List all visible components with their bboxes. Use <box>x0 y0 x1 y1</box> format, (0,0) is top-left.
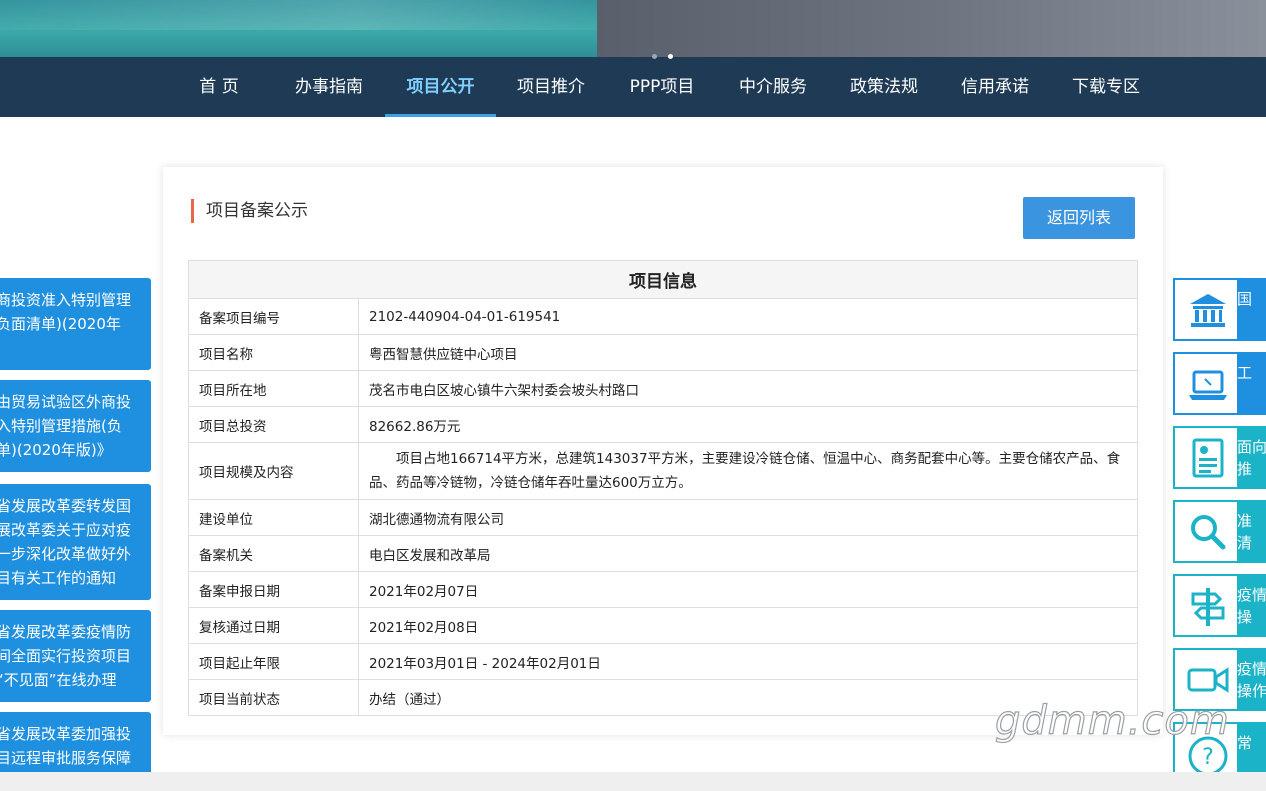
banner-image-right <box>597 0 1266 57</box>
row-key: 项目起止年限 <box>188 643 359 680</box>
carousel-indicators <box>649 54 679 62</box>
project-record-card: 项目备案公示 返回列表 项目信息 备案项目编号 2102-440904-04-0… <box>163 167 1163 735</box>
row-value: 82662.86万元 <box>358 406 1138 443</box>
row-value: 茂名市电白区坡心镇牛六架村委会坡头村路口 <box>358 370 1138 407</box>
nav-item-policy[interactable]: 政策法规 <box>829 57 939 117</box>
table-row: 备案项目编号 2102-440904-04-01-619541 <box>188 298 1138 335</box>
table-row: 备案申报日期 2021年02月07日 <box>188 571 1138 608</box>
row-value: 2021年02月08日 <box>358 607 1138 644</box>
row-key: 复核通过日期 <box>188 607 359 644</box>
back-to-list-button[interactable]: 返回列表 <box>1023 197 1135 239</box>
document-list-icon <box>1192 438 1224 478</box>
news-link[interactable]: 由贸易试验区外商投 入特别管理措施(负 单)(2020年版)》 <box>0 380 151 472</box>
tool-label: 工 <box>1237 354 1266 413</box>
nav-item-project-public[interactable]: 项目公开 <box>385 57 496 117</box>
top-banner <box>0 0 1266 57</box>
tool-access-list[interactable]: 准 清 <box>1173 500 1266 563</box>
table-row: 备案机关 电白区发展和改革局 <box>188 535 1138 572</box>
row-key: 备案申报日期 <box>188 571 359 608</box>
site-watermark: gdmm.com <box>994 697 1230 744</box>
row-value: 粤西智慧供应链中心项目 <box>358 334 1138 371</box>
nav-item-ppp[interactable]: PPP项目 <box>607 57 717 117</box>
nav-item-download[interactable]: 下载专区 <box>1051 57 1161 117</box>
nav-item-credit[interactable]: 信用承诺 <box>940 57 1050 117</box>
table-row: 项目所在地 茂名市电白区坡心镇牛六架村委会坡头村路口 <box>188 370 1138 407</box>
news-link[interactable]: 商投资准入特别管理 负面清单)(2020年 <box>0 278 151 370</box>
news-link[interactable]: 省发展改革委转发国 展改革委关于应对疫 一步深化改革做好外 目有关工作的通知 <box>0 484 151 600</box>
tool-label: 面向 推 <box>1237 428 1266 487</box>
row-key: 项目规模及内容 <box>188 442 359 500</box>
nav-item-agency[interactable]: 中介服务 <box>718 57 828 117</box>
nav-item-project-promotion[interactable]: 项目推介 <box>496 57 606 117</box>
row-value: 2021年03月01日 - 2024年02月01日 <box>358 643 1138 680</box>
table-row: 项目规模及内容 项目占地166714平方米，总建筑143037平方米，主要建设冷… <box>188 442 1138 500</box>
tool-label: 疫情 操作 <box>1237 650 1266 709</box>
nav-item-guide[interactable]: 办事指南 <box>274 57 384 117</box>
tool-work[interactable]: 工 <box>1173 352 1266 415</box>
main-nav: 首 页 办事指南 项目公开 项目推介 PPP项目 中介服务 政策法规 信用承诺 … <box>0 57 1266 117</box>
nav-item-home[interactable]: 首 页 <box>164 57 274 117</box>
row-key: 建设单位 <box>188 499 359 536</box>
news-link-text: 商投资准入特别管理 负面清单)(2020年 <box>0 291 132 333</box>
tool-national[interactable]: 国 <box>1173 278 1266 341</box>
table-title: 项目信息 <box>188 260 1138 299</box>
project-info-table: 项目信息 备案项目编号 2102-440904-04-01-619541 项目名… <box>188 260 1138 716</box>
table-row: 项目名称 粤西智慧供应链中心项目 <box>188 334 1138 371</box>
table-row: 项目总投资 82662.86万元 <box>188 406 1138 443</box>
table-row: 复核通过日期 2021年02月08日 <box>188 607 1138 644</box>
tool-label: 准 清 <box>1237 502 1266 561</box>
news-link-text: 省发展改革委疫情防 间全面实行投资项目 “不见面”在线办理 <box>0 623 132 689</box>
row-value: 湖北德通物流有限公司 <box>358 499 1138 536</box>
tool-epidemic-guide[interactable]: 疫情 操 <box>1173 574 1266 637</box>
signpost-icon <box>1191 588 1225 626</box>
tool-promotion[interactable]: 面向 推 <box>1173 426 1266 489</box>
table-row: 建设单位 湖北德通物流有限公司 <box>188 499 1138 536</box>
row-value: 2021年02月07日 <box>358 571 1138 608</box>
video-camera-icon <box>1187 667 1229 693</box>
row-key: 项目名称 <box>188 334 359 371</box>
row-key: 项目总投资 <box>188 406 359 443</box>
page-title: 项目备案公示 <box>191 199 308 223</box>
svg-text:?: ? <box>1202 745 1214 770</box>
carousel-dot[interactable] <box>652 54 657 59</box>
row-key: 项目当前状态 <box>188 679 359 716</box>
table-row: 项目起止年限 2021年03月01日 - 2024年02月01日 <box>188 643 1138 680</box>
tool-label: 国 <box>1237 280 1266 339</box>
news-link[interactable]: 省发展改革委疫情防 间全面实行投资项目 “不见面”在线办理 <box>0 610 151 702</box>
search-icon <box>1191 515 1226 550</box>
tool-label: 疫情 操 <box>1237 576 1266 635</box>
row-value: 电白区发展和改革局 <box>358 535 1138 572</box>
banner-image-left <box>0 0 597 57</box>
row-value: 2102-440904-04-01-619541 <box>358 298 1138 335</box>
government-building-icon <box>1190 294 1226 327</box>
news-link-text: 省发展改革委转发国 展改革委关于应对疫 一步深化改革做好外 目有关工作的通知 <box>0 497 132 587</box>
laptop-icon <box>1189 370 1227 400</box>
row-key: 项目所在地 <box>188 370 359 407</box>
row-key: 备案机关 <box>188 535 359 572</box>
row-key: 备案项目编号 <box>188 298 359 335</box>
news-link-text: 由贸易试验区外商投 入特别管理措施(负 单)(2020年版)》 <box>0 393 132 459</box>
carousel-dot-active[interactable] <box>668 54 673 59</box>
row-value: 项目占地166714平方米，总建筑143037平方米，主要建设冷链仓储、恒温中心… <box>358 442 1138 500</box>
footer-strip <box>0 772 1266 791</box>
